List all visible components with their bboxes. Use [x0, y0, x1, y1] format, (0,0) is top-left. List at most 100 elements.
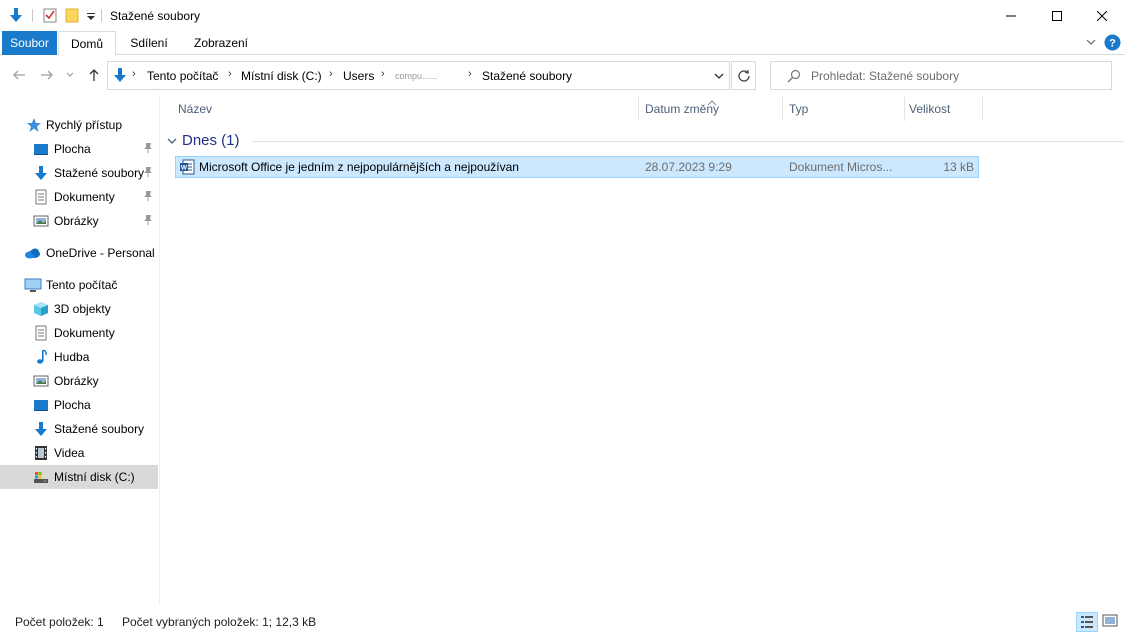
file-date: 28.07.2023 9:29	[645, 160, 732, 174]
breadcrumb-users[interactable]: Users	[343, 69, 374, 83]
computer-icon	[24, 277, 42, 293]
title-bar: Stažené soubory	[0, 0, 1125, 31]
pin-icon[interactable]	[142, 214, 154, 226]
breadcrumb-separator[interactable]: ›	[468, 68, 472, 80]
sidebar-item-quick-access[interactable]: Rychlý přístup	[0, 113, 158, 137]
large-icons-view-button[interactable]	[1100, 612, 1122, 632]
file-row[interactable]: W Microsoft Office je jedním z nejpopulá…	[175, 156, 979, 178]
search-input[interactable]	[811, 68, 1101, 84]
address-bar[interactable]: › Tento počítač › Místní disk (C:) › Use…	[107, 61, 730, 90]
sidebar-item-music[interactable]: Hudba	[0, 345, 158, 369]
refresh-button[interactable]	[731, 61, 756, 90]
sidebar-item-label: Dokumenty	[54, 190, 115, 204]
close-button[interactable]	[1079, 0, 1125, 31]
maximize-icon	[1052, 10, 1062, 21]
sidebar-item-downloads[interactable]: Stažené soubory	[0, 161, 158, 185]
minimize-button[interactable]	[988, 0, 1034, 31]
word-document-icon: W	[179, 159, 195, 175]
tab-file[interactable]: Soubor	[2, 31, 57, 55]
drive-icon	[33, 469, 49, 485]
pin-icon[interactable]	[142, 166, 154, 178]
group-header[interactable]: Dnes (1)	[166, 131, 1124, 151]
column-header-type[interactable]: Typ	[789, 95, 808, 123]
refresh-icon	[737, 70, 750, 82]
sidebar-item-this-pc[interactable]: Tento počítač	[0, 273, 158, 297]
item-count: Počet položek: 1	[15, 615, 104, 629]
sidebar-item-videos[interactable]: Videa	[0, 441, 158, 465]
breadcrumb-separator[interactable]: ›	[228, 68, 232, 80]
search-icon	[787, 69, 801, 83]
column-divider[interactable]	[638, 97, 639, 121]
breadcrumb-separator[interactable]: ›	[132, 68, 136, 80]
customize-toolbar-icon[interactable]	[86, 7, 102, 23]
download-folder-icon	[112, 67, 128, 83]
column-header-size[interactable]: Velikost	[909, 95, 950, 123]
pin-icon[interactable]	[142, 142, 154, 154]
download-arrow-icon[interactable]	[8, 7, 24, 23]
svg-text:W: W	[181, 165, 188, 172]
svg-text:?: ?	[1109, 38, 1116, 50]
up-button[interactable]	[85, 67, 103, 85]
tab-home[interactable]: Domů	[58, 31, 116, 56]
sidebar-item-label: Plocha	[54, 398, 91, 412]
sidebar-item-label: Obrázky	[54, 214, 99, 228]
details-view-button[interactable]	[1076, 612, 1098, 632]
sidebar-item-pc-documents[interactable]: Dokumenty	[0, 321, 158, 345]
chevron-down-icon	[66, 72, 74, 77]
pin-icon[interactable]	[142, 190, 154, 202]
recent-locations-button[interactable]	[64, 67, 76, 85]
sidebar-item-desktop[interactable]: Plocha	[0, 137, 158, 161]
sidebar-item-3d-objects[interactable]: 3D objekty	[0, 297, 158, 321]
download-arrow-icon	[33, 421, 49, 437]
details-view-icon	[1081, 616, 1093, 628]
sidebar-item-onedrive[interactable]: OneDrive - Personal	[0, 241, 158, 265]
cube-icon	[33, 301, 49, 317]
arrow-up-icon	[89, 69, 99, 81]
column-header-date[interactable]: Datum změny	[645, 95, 719, 123]
column-divider[interactable]	[782, 97, 783, 121]
selection-info: Počet vybraných položek: 1; 12,3 kB	[122, 615, 317, 629]
tab-view[interactable]: Zobrazení	[184, 31, 258, 55]
tab-share[interactable]: Sdílení	[120, 31, 178, 55]
sidebar-item-pc-downloads[interactable]: Stažené soubory	[0, 417, 158, 441]
file-name: Microsoft Office je jedním z nejpopulárn…	[199, 160, 519, 174]
breadcrumb-separator[interactable]: ›	[381, 68, 385, 80]
breadcrumb-separator[interactable]: ›	[329, 68, 333, 80]
maximize-button[interactable]	[1034, 0, 1080, 31]
document-icon	[33, 325, 49, 341]
search-box[interactable]	[770, 61, 1112, 90]
breadcrumb-downloads[interactable]: Stažené soubory	[482, 69, 572, 83]
chevron-down-icon[interactable]	[166, 135, 178, 147]
breadcrumb-local-disk[interactable]: Místní disk (C:)	[241, 69, 322, 83]
address-dropdown-button[interactable]	[708, 65, 730, 87]
sidebar-item-local-disk[interactable]: Místní disk (C:)	[0, 465, 158, 489]
file-size: 13 kB	[943, 160, 974, 174]
pictures-icon	[33, 373, 49, 389]
navigation-pane: Rychlý přístup Plocha Stažené soubory Do…	[0, 95, 160, 604]
help-icon[interactable]: ?	[1104, 34, 1121, 51]
large-icons-view-icon	[1102, 614, 1118, 627]
sidebar-item-label: Rychlý přístup	[46, 118, 123, 132]
chevron-down-icon	[714, 73, 724, 79]
new-folder-icon[interactable]	[64, 7, 80, 23]
back-button[interactable]	[10, 67, 28, 85]
sidebar-item-label: Dokumenty	[54, 326, 115, 340]
forward-button[interactable]	[38, 67, 56, 85]
sidebar-item-pictures[interactable]: Obrázky	[0, 209, 158, 233]
column-divider[interactable]	[982, 97, 983, 121]
breadcrumb-user[interactable]: compu......	[395, 71, 437, 81]
sidebar-item-label: Plocha	[54, 142, 91, 156]
breadcrumb-this-pc[interactable]: Tento počítač	[147, 69, 218, 83]
sidebar-item-pc-desktop[interactable]: Plocha	[0, 393, 158, 417]
column-header-name[interactable]: Název	[178, 95, 212, 123]
close-icon	[1097, 10, 1107, 21]
column-divider[interactable]	[904, 97, 905, 121]
desktop-icon	[33, 141, 49, 157]
sidebar-item-label: Tento počítač	[46, 278, 118, 292]
sidebar-item-documents[interactable]: Dokumenty	[0, 185, 158, 209]
status-bar: Počet položek: 1 Počet vybraných položek…	[0, 604, 1125, 634]
expand-ribbon-icon[interactable]	[1085, 36, 1097, 48]
properties-icon[interactable]	[42, 7, 58, 23]
cloud-icon	[24, 245, 40, 261]
sidebar-item-pc-pictures[interactable]: Obrázky	[0, 369, 158, 393]
